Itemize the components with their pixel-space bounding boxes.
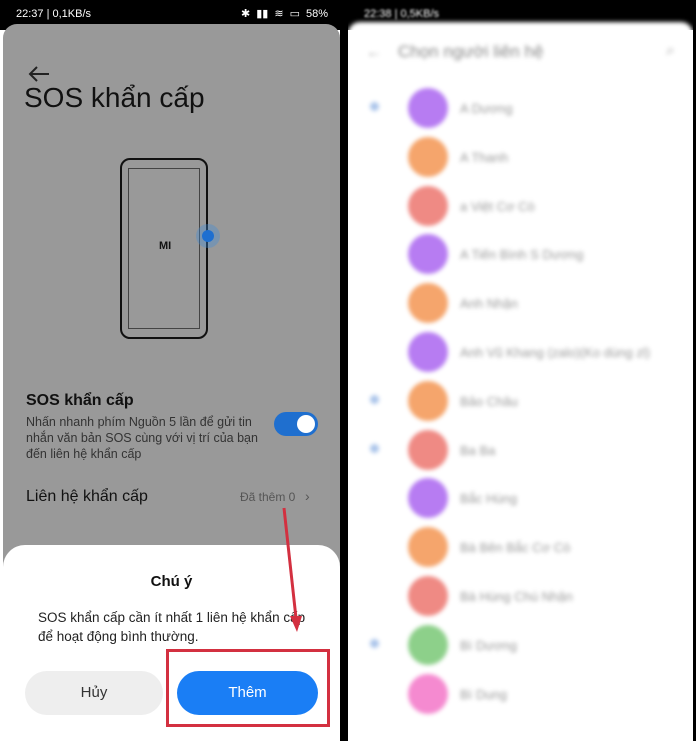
contact-row[interactable]: Anh Vũ Khang (zalo)(Ko dùng zl) xyxy=(348,328,693,376)
contact-name: A Tiến Bình S Dương xyxy=(460,247,584,263)
contact-row[interactable]: Bì Dương xyxy=(348,621,693,669)
avatar xyxy=(408,234,448,275)
contact-row[interactable]: Ba Ba xyxy=(348,426,693,474)
contact-name: Anh Nhận xyxy=(460,296,518,312)
avatar xyxy=(408,576,448,616)
right-screenshot: 22:38 | 0,5KB/s ← Chọn người liên hệ ⌕ A… xyxy=(348,0,693,741)
contact-row[interactable]: a Việt Cơ Cò xyxy=(348,182,693,230)
contact-row[interactable]: Bà Bên Bắc Cơ Cò xyxy=(348,523,693,571)
search-icon[interactable]: ⌕ xyxy=(666,42,675,60)
contact-name: Anh Vũ Khang (zalo)(Ko dùng zl) xyxy=(460,345,651,360)
avatar xyxy=(408,527,448,568)
contact-name: A Dương xyxy=(460,101,513,116)
contact-picker: ← Chọn người liên hệ ⌕ A Dương A Thanh a V… xyxy=(348,22,693,741)
contact-name: Bà Bên Bắc Cơ Cò xyxy=(460,540,571,556)
contact-name: Bà Hùng Chú Nhận xyxy=(460,589,573,604)
contact-name: Bắc Hùng xyxy=(460,491,518,507)
contact-name: Bì Dương xyxy=(460,637,517,653)
avatar xyxy=(408,332,448,372)
selected-indicator xyxy=(370,394,379,404)
avatar xyxy=(408,185,448,226)
avatar xyxy=(408,673,448,714)
avatar xyxy=(408,380,448,421)
contact-row[interactable]: A Tiến Bình S Dương xyxy=(348,230,693,278)
avatar xyxy=(408,88,448,128)
contact-row[interactable]: Bảo Châu xyxy=(348,377,693,425)
contact-name: Bì Dung xyxy=(460,686,507,702)
avatar xyxy=(408,136,448,177)
contact-row[interactable]: A Thanh xyxy=(348,133,693,181)
selected-indicator xyxy=(370,102,379,111)
contact-name: a Việt Cơ Cò xyxy=(460,198,535,214)
picker-title: Chọn người liên hệ xyxy=(398,42,544,61)
contact-row[interactable]: Bà Hùng Chú Nhận xyxy=(348,572,693,620)
back-arrow-icon[interactable]: ← xyxy=(366,44,382,62)
selected-indicator xyxy=(370,638,379,648)
contact-row[interactable]: A Dương xyxy=(348,84,693,132)
avatar xyxy=(408,624,448,665)
contact-name: Bảo Châu xyxy=(460,393,518,409)
avatar xyxy=(408,283,448,324)
red-arrow-annotation xyxy=(282,507,302,632)
selected-indicator xyxy=(370,443,379,453)
left-screenshot: 22:37 | 0,1KB/s ✱ ▮▮ ≋ ▭ 58% SOS khẩn cấ… xyxy=(0,0,340,741)
contact-row[interactable]: Anh Nhận xyxy=(348,279,693,327)
contact-row[interactable]: Bắc Hùng xyxy=(348,474,693,522)
contact-name: Ba Ba xyxy=(460,442,496,458)
avatar xyxy=(408,478,448,519)
avatar xyxy=(408,429,448,470)
contact-row[interactable]: Bì Dung xyxy=(348,670,693,718)
contact-name: A Thanh xyxy=(460,149,509,165)
status-time: 22:38 | 0,5KB/s xyxy=(364,8,440,20)
